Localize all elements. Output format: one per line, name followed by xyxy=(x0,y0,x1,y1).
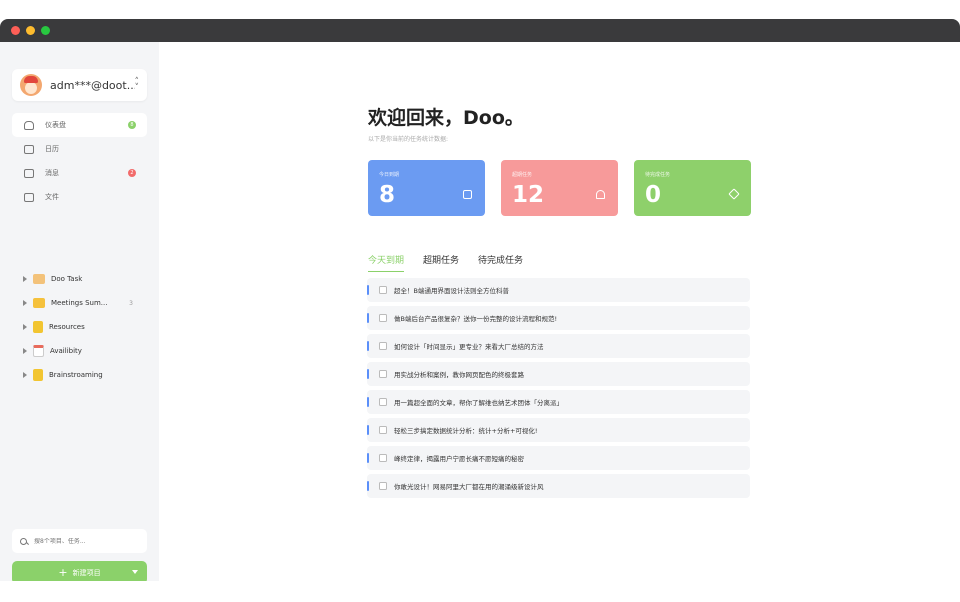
task-row[interactable]: 用实战分析和案例，教你网页配色的终极套路 xyxy=(367,362,750,386)
new-project-label: 新建项目 xyxy=(72,568,101,577)
task-row[interactable]: 如何设计「时间显示」更专业？来看大厂总结的方法 xyxy=(367,334,750,358)
project-item[interactable]: Doo Task xyxy=(21,267,141,291)
expand-arrow-icon[interactable] xyxy=(23,348,27,354)
count-badge: 8 xyxy=(128,121,136,129)
search-box[interactable] xyxy=(12,529,147,553)
maximize-window-button[interactable] xyxy=(41,26,50,35)
project-label: Meetings Sum... xyxy=(51,299,108,307)
handshake-icon xyxy=(33,298,45,308)
task-title: 用实战分析和案例，教你网页配色的终极套路 xyxy=(394,371,524,379)
account-switcher[interactable]: adm***@doot... ˄ ˅ xyxy=(12,69,147,101)
task-checkbox[interactable] xyxy=(379,342,387,350)
task-checkbox[interactable] xyxy=(379,454,387,462)
tab-due-today[interactable]: 今天到期 xyxy=(368,253,405,272)
task-row[interactable]: 做B端后台产品很复杂？送你一份完整的设计流程和规范! xyxy=(367,306,750,330)
task-checkbox[interactable] xyxy=(379,370,387,378)
app-window: adm***@doot... ˄ ˅ 仪表盘 8 日历 消息 2 文件 Doo … xyxy=(0,19,960,581)
tab-pending[interactable]: 待完成任务 xyxy=(478,253,523,272)
project-count: 3 xyxy=(129,299,133,307)
close-window-button[interactable] xyxy=(11,26,20,35)
ticket-icon xyxy=(33,274,45,284)
task-title: 你敢光设计！网易阿里大厂都在用的潮涌级新设计风 xyxy=(394,483,544,491)
expand-arrow-icon[interactable] xyxy=(23,300,27,306)
task-title: 如何设计「时间显示」更专业？来看大厂总结的方法 xyxy=(394,343,544,351)
stat-label: 今日到期 xyxy=(379,172,400,178)
calendar-check-icon xyxy=(463,190,472,199)
page-subtitle: 以下是你当前的任务统计数据: xyxy=(368,136,449,143)
stat-value: 12 xyxy=(512,182,545,208)
chevron-down-icon[interactable] xyxy=(132,570,138,574)
nav-label: 文件 xyxy=(45,193,59,201)
search-icon xyxy=(20,537,27,545)
task-checkbox[interactable] xyxy=(379,426,387,434)
task-row[interactable]: 用一篇超全面的文章，帮你了解维也纳艺术团体「分离派」 xyxy=(367,390,750,414)
stat-value: 8 xyxy=(379,182,396,208)
project-label: Availibity xyxy=(50,347,82,355)
project-list: Doo Task Meetings Sum... 3 Resources Ava xyxy=(21,267,141,387)
sidebar: adm***@doot... ˄ ˅ 仪表盘 8 日历 消息 2 文件 Doo … xyxy=(0,42,159,581)
stat-card-due-today[interactable]: 今日到期 8 xyxy=(368,160,485,216)
expand-arrow-icon[interactable] xyxy=(23,372,27,378)
page-title: 欢迎回来，Doo。 xyxy=(368,107,524,129)
task-checkbox[interactable] xyxy=(379,398,387,406)
file-icon xyxy=(24,192,34,202)
task-row[interactable]: 你敢光设计！网易阿里大厂都在用的潮涌级新设计风 xyxy=(367,474,750,498)
expand-arrow-icon[interactable] xyxy=(23,324,27,330)
chevron-updown-icon: ˄ ˅ xyxy=(134,77,140,93)
nav-item-calendar[interactable]: 日历 xyxy=(12,137,147,161)
nav-label: 消息 xyxy=(45,169,59,177)
stat-card-pending[interactable]: 待完成任务 0 xyxy=(634,160,751,216)
task-checkbox[interactable] xyxy=(379,482,387,490)
stat-value: 0 xyxy=(645,182,662,208)
task-row[interactable]: 峰终定律，揭露用户宁愿长痛不愿短痛的秘密 xyxy=(367,446,750,470)
nav-label: 日历 xyxy=(45,145,59,153)
notebook-icon xyxy=(33,369,43,381)
project-item[interactable]: Brainstroaming xyxy=(21,363,141,387)
task-list: 超全！B端通用界面设计法则全方位科普 做B端后台产品很复杂？送你一份完整的设计流… xyxy=(367,278,750,502)
minimize-window-button[interactable] xyxy=(26,26,35,35)
layers-icon xyxy=(728,188,740,200)
message-icon xyxy=(24,168,34,178)
calendar-icon xyxy=(33,345,44,357)
nav-item-messages[interactable]: 消息 2 xyxy=(12,161,147,185)
task-title: 做B端后台产品很复杂？送你一份完整的设计流程和规范! xyxy=(394,315,558,323)
tab-overdue[interactable]: 超期任务 xyxy=(423,253,459,272)
project-label: Doo Task xyxy=(51,275,83,283)
avatar xyxy=(20,74,42,96)
stat-label: 待完成任务 xyxy=(645,172,671,178)
project-label: Brainstroaming xyxy=(49,371,103,379)
main-content: 欢迎回来，Doo。 以下是你当前的任务统计数据: 今日到期 8 超期任务 12 … xyxy=(159,42,960,581)
nav-item-dashboard[interactable]: 仪表盘 8 xyxy=(12,113,147,137)
task-row[interactable]: 轻松三步搞定数据统计分析：统计+分析+可视化! xyxy=(367,418,750,442)
search-input[interactable] xyxy=(34,537,134,545)
project-item[interactable]: Availibity xyxy=(21,339,141,363)
project-item[interactable]: Meetings Sum... 3 xyxy=(21,291,141,315)
notebook-icon xyxy=(33,321,43,333)
main-nav: 仪表盘 8 日历 消息 2 文件 xyxy=(12,113,147,209)
stat-cards: 今日到期 8 超期任务 12 待完成任务 0 xyxy=(368,160,751,216)
task-title: 峰终定律，揭露用户宁愿长痛不愿短痛的秘密 xyxy=(394,455,524,463)
account-email: adm***@doot... xyxy=(50,78,135,92)
task-title: 超全！B端通用界面设计法则全方位科普 xyxy=(394,287,509,295)
plus-icon: + xyxy=(58,565,68,579)
title-bar xyxy=(0,19,960,42)
task-title: 用一篇超全面的文章，帮你了解维也纳艺术团体「分离派」 xyxy=(394,399,563,407)
task-checkbox[interactable] xyxy=(379,286,387,294)
task-row[interactable]: 超全！B端通用界面设计法则全方位科普 xyxy=(367,278,750,302)
task-tabs: 今天到期 超期任务 待完成任务 xyxy=(368,253,523,272)
bell-icon xyxy=(596,190,605,199)
project-label: Resources xyxy=(49,323,85,331)
dashboard-icon xyxy=(24,120,34,130)
count-badge: 2 xyxy=(128,169,136,177)
task-title: 轻松三步搞定数据统计分析：统计+分析+可视化! xyxy=(394,427,538,435)
nav-label: 仪表盘 xyxy=(45,121,66,129)
task-checkbox[interactable] xyxy=(379,314,387,322)
project-item[interactable]: Resources xyxy=(21,315,141,339)
stat-card-overdue[interactable]: 超期任务 12 xyxy=(501,160,618,216)
expand-arrow-icon[interactable] xyxy=(23,276,27,282)
calendar-icon xyxy=(24,144,34,154)
new-project-button[interactable]: + 新建项目 xyxy=(12,561,147,581)
stat-label: 超期任务 xyxy=(512,172,533,178)
nav-item-files[interactable]: 文件 xyxy=(12,185,147,209)
